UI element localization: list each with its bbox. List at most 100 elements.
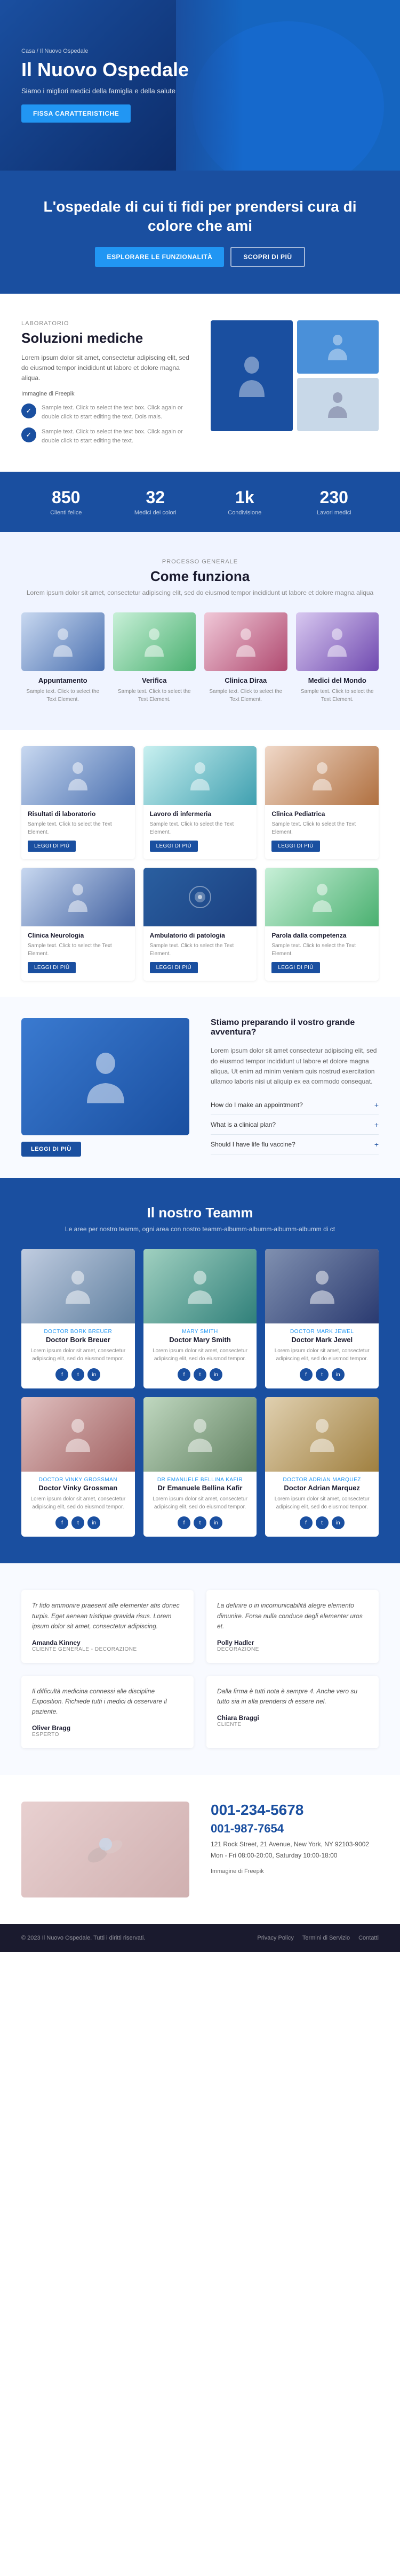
team-card-2-desc: Lorem ipsum dolor sit amet, consectetur …: [150, 1347, 251, 1363]
faq-read-more-button[interactable]: LEGGI DI PIÙ: [21, 1142, 81, 1157]
service-card-5-button[interactable]: LEGGI DI PIÙ: [150, 962, 198, 973]
explore-features-button[interactable]: ESPLORARE LE FUNZIONALITÀ: [95, 247, 224, 267]
linkedin-icon-4[interactable]: in: [87, 1516, 100, 1529]
team-card-3-image: [265, 1249, 379, 1323]
faq-item-3[interactable]: Should I have life flu vaccine? +: [211, 1135, 379, 1154]
stat-2-label: Medici dei colori: [111, 510, 201, 516]
how-doctor-icon-1: [52, 627, 74, 657]
linkedin-icon-2[interactable]: in: [210, 1368, 222, 1381]
faq-question-1-text: How do I make an appointment?: [211, 1101, 303, 1109]
linkedin-icon[interactable]: in: [87, 1368, 100, 1381]
lab-section-label: Laboratorio: [21, 320, 189, 327]
service-card-4-title: Clinica Neurologia: [28, 932, 129, 939]
faq-question-2-text: What is a clinical plan?: [211, 1121, 276, 1128]
service-card-1-button[interactable]: LEGGI DI PIÙ: [28, 841, 76, 852]
lab-item-2: ✓ Sample text. Click to select the text …: [21, 427, 189, 445]
service-card-1-image: [21, 746, 135, 805]
facebook-icon-2[interactable]: f: [178, 1368, 190, 1381]
lab-image-3: [297, 378, 379, 431]
team-card-5-image: [143, 1397, 257, 1472]
twitter-icon-5[interactable]: t: [194, 1516, 206, 1529]
faq-question-3[interactable]: Should I have life flu vaccine? +: [211, 1140, 379, 1149]
twitter-icon[interactable]: t: [71, 1368, 84, 1381]
twitter-icon-6[interactable]: t: [316, 1516, 329, 1529]
footer-link-contact[interactable]: Contatti: [358, 1935, 379, 1941]
service-card-4-button[interactable]: LEGGI DI PIÙ: [28, 962, 76, 973]
footer-link-privacy[interactable]: Privacy Policy: [257, 1935, 293, 1941]
stat-1: 850 Clienti felice: [21, 488, 111, 516]
facebook-icon-3[interactable]: f: [300, 1368, 313, 1381]
contact-section: 001-234-5678 001-987-7654 121 Rock Stree…: [0, 1775, 400, 1924]
facebook-icon[interactable]: f: [55, 1368, 68, 1381]
service-card-3-text: Sample text. Click to select the Text El…: [271, 820, 372, 836]
service-icon-5: [187, 884, 213, 910]
team-card-6-image: [265, 1397, 379, 1472]
how-card-3-title: Clinica Diraa: [204, 676, 287, 684]
service-card-2: Lavoro di infermeria Sample text. Click …: [143, 746, 257, 859]
how-doctor-icon-4: [326, 627, 348, 657]
faq-question-1[interactable]: How do I make an appointment? +: [211, 1101, 379, 1109]
lab-link[interactable]: Immagine di Freepik: [21, 391, 189, 397]
testimonial-card-3: Il difficultà medicina connessi alle dis…: [21, 1676, 194, 1749]
service-icon-3: [311, 761, 333, 790]
how-card-4-text: Sample text. Click to select the Text El…: [296, 688, 379, 704]
footer-copyright: © 2023 Il Nuovo Ospedale. Tutti i diritt…: [21, 1935, 145, 1941]
team-card-2-socials: f t in: [150, 1368, 251, 1381]
team-card-2-role: Mary Smith: [150, 1329, 251, 1335]
team-card-6-desc: Lorem ipsum dolor sit amet, consectetur …: [271, 1495, 372, 1511]
faq-item-1[interactable]: How do I make an appointment? +: [211, 1095, 379, 1115]
facebook-icon-5[interactable]: f: [178, 1516, 190, 1529]
lab-title: Soluzioni mediche: [21, 330, 189, 346]
how-grid-row1: Appuntamento Sample text. Click to selec…: [21, 612, 379, 704]
twitter-icon-2[interactable]: t: [194, 1368, 206, 1381]
faq-question-2[interactable]: What is a clinical plan? +: [211, 1120, 379, 1129]
team-card-5: Dr Emanuele Bellina Kafir Dr Emanuele Be…: [143, 1397, 257, 1537]
testimonial-2-text: La definire o in incomunicabilità alegre…: [217, 1601, 368, 1632]
chevron-down-icon: +: [374, 1101, 379, 1109]
lab-item-1-text: Sample text. Click to select the text bo…: [42, 403, 189, 421]
testimonial-4-role: CLIENTE: [217, 1722, 368, 1727]
team-doctor-icon-2: [187, 1269, 213, 1304]
linkedin-icon-6[interactable]: in: [332, 1516, 345, 1529]
service-card-2-title: Lavoro di infermeria: [150, 810, 251, 818]
team-card-4-content: Doctor Vinky Grossman Doctor Vinky Gross…: [21, 1472, 135, 1537]
lab-section: Laboratorio Soluzioni mediche Lorem ipsu…: [0, 294, 400, 472]
faq-description: Lorem ipsum dolor sit amet consectetur a…: [211, 1046, 379, 1087]
stat-4: 230 Lavori medici: [290, 488, 379, 516]
contact-image-link[interactable]: Immagine di Freepik: [211, 1868, 379, 1875]
testimonial-1-text: Tr fido ammonire praesent alle elementer…: [32, 1601, 183, 1632]
service-card-2-button[interactable]: LEGGI DI PIÙ: [150, 841, 198, 852]
hero-cta-button[interactable]: FISSA CARATTERISTICHE: [21, 104, 131, 123]
person-icon-2: [327, 334, 348, 360]
chevron-down-icon-3: +: [374, 1140, 379, 1149]
team-card-4-desc: Lorem ipsum dolor sit amet, consectetur …: [28, 1495, 129, 1511]
footer-link-terms[interactable]: Termini di Servizio: [302, 1935, 350, 1941]
service-card-6-button[interactable]: LEGGI DI PIÙ: [271, 962, 319, 973]
faq-item-2[interactable]: What is a clinical plan? +: [211, 1115, 379, 1135]
twitter-icon-4[interactable]: t: [71, 1516, 84, 1529]
lab-item-1: ✓ Sample text. Click to select the text …: [21, 403, 189, 421]
contact-hours-text: Mon - Fri 08:00-20:00, Saturday 10:00-18…: [211, 1852, 337, 1859]
team-card-5-socials: f t in: [150, 1516, 251, 1529]
learn-more-button[interactable]: SCOPRI DI PIÙ: [230, 247, 305, 267]
linkedin-icon-3[interactable]: in: [332, 1368, 345, 1381]
linkedin-icon-5[interactable]: in: [210, 1516, 222, 1529]
how-doctor-icon-2: [143, 627, 165, 657]
team-card-2-content: Mary Smith Doctor Mary Smith Lorem ipsum…: [143, 1323, 257, 1388]
how-doctor-icon-3: [235, 627, 257, 657]
service-icon-6: [311, 883, 333, 912]
facebook-icon-4[interactable]: f: [55, 1516, 68, 1529]
stat-3-num: 1k: [200, 488, 290, 507]
contact-phone-2[interactable]: 001-987-7654: [211, 1822, 379, 1836]
service-card-3-button[interactable]: LEGGI DI PIÙ: [271, 841, 319, 852]
service-card-4: Clinica Neurologia Sample text. Click to…: [21, 868, 135, 981]
facebook-icon-6[interactable]: f: [300, 1516, 313, 1529]
how-card-4-image: [296, 612, 379, 671]
stats-bar-section: 850 Clienti felice 32 Medici dei colori …: [0, 472, 400, 532]
team-card-5-name: Dr Emanuele Bellina Kafir: [150, 1484, 251, 1492]
team-card-2-image: [143, 1249, 257, 1323]
pills-icon: [84, 1828, 127, 1871]
contact-phone-1[interactable]: 001-234-5678: [211, 1802, 379, 1819]
service-card-2-content: Lavoro di infermeria Sample text. Click …: [143, 805, 257, 859]
twitter-icon-3[interactable]: t: [316, 1368, 329, 1381]
